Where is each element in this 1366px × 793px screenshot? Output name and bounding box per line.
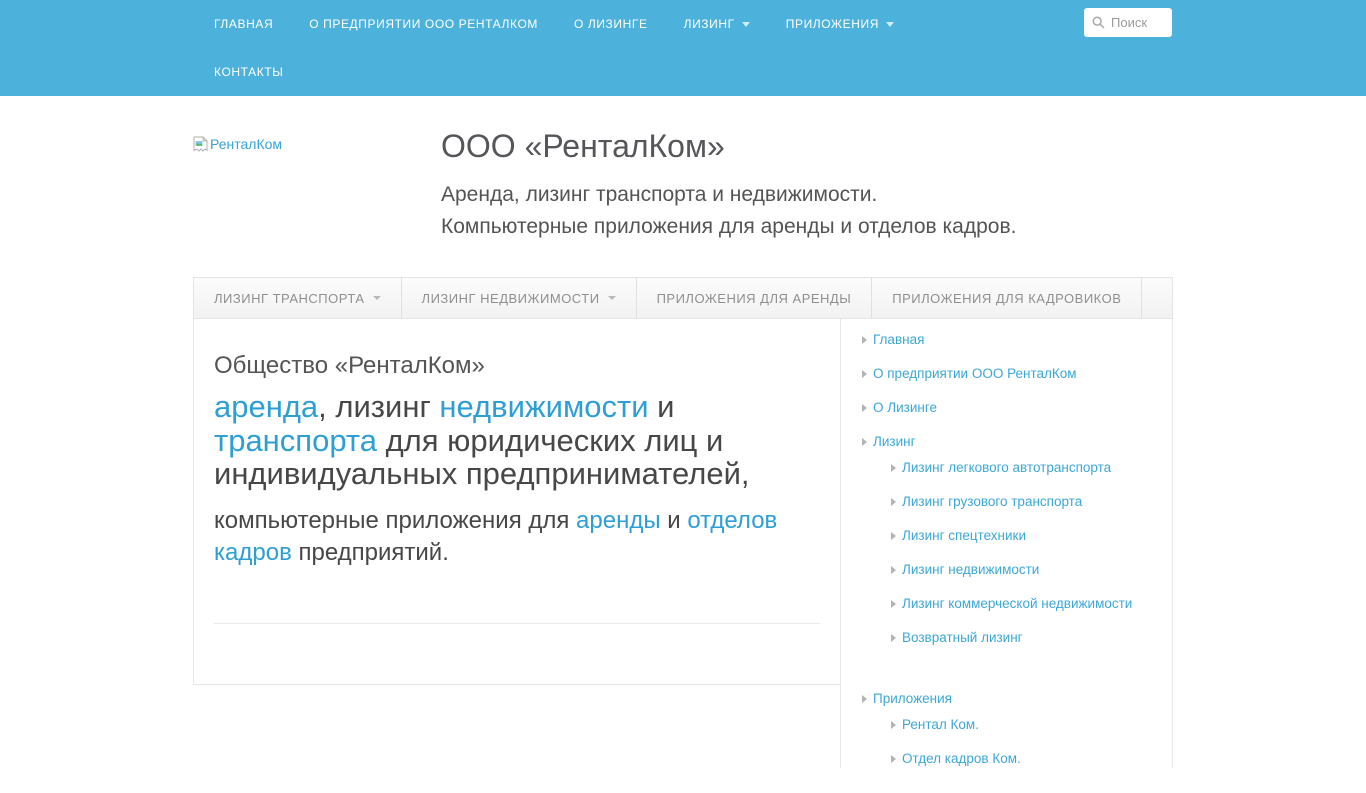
sidebar-subitem: Лизинг недвижимости <box>891 562 1162 577</box>
sidebar-submenu-applications: Рентал Ком. Отдел кадров Ком. <box>891 717 1162 793</box>
tagline-line-2: Компьютерные приложения для аренды и отд… <box>441 215 1016 238</box>
sidebar-item-about-leasing: О Лизинге <box>862 400 1162 415</box>
intro-text: и <box>661 507 688 534</box>
nav-item-applications[interactable]: ПРИЛОЖЕНИЯ <box>768 0 912 48</box>
sidebar-item-about-company: О предприятии ООО РенталКом <box>862 366 1162 381</box>
nav-item-applications-label: ПРИЛОЖЕНИЯ <box>786 17 879 31</box>
site-logo[interactable]: РенталКом <box>193 136 282 152</box>
sidebar-link-special-equipment-leasing[interactable]: Лизинг спецтехники <box>902 528 1026 543</box>
top-header-bar: ГЛАВНАЯО ПРЕДПРИЯТИИ ООО РЕНТАЛКОМО ЛИЗИ… <box>0 0 1366 96</box>
sidebar-link-truck-leasing[interactable]: Лизинг грузового транспорта <box>902 494 1082 509</box>
intro-text: компьютерные приложения для <box>214 507 576 534</box>
sidebar-submenu-leasing: Лизинг легкового автотранспорта Лизинг г… <box>891 460 1162 672</box>
nav-item-leasing[interactable]: ЛИЗИНГ <box>666 0 768 48</box>
triangle-bullet-icon <box>891 755 896 763</box>
main-nav-row-2: КОНТАКТЫ <box>193 48 1173 96</box>
sidebar-item-applications: Приложения Рентал Ком. Отдел кадров Ком. <box>862 691 1162 793</box>
content-divider <box>214 623 820 624</box>
branding-section: РенталКом ООО «РенталКом» Аренда, лизинг… <box>193 96 1173 277</box>
triangle-bullet-icon <box>891 532 896 540</box>
sidebar-menu: Главная О предприятии ООО РенталКом О Ли… <box>862 332 1162 793</box>
triangle-bullet-icon <box>862 404 867 412</box>
sidebar-link-commercial-realestate-leasing[interactable]: Лизинг коммерческой недвижимости <box>902 596 1132 611</box>
sidebar-link-about-leasing[interactable]: О Лизинге <box>873 400 937 415</box>
nav-item-home[interactable]: ГЛАВНАЯ <box>196 0 291 48</box>
triangle-bullet-icon <box>862 336 867 344</box>
sidebar-link-about-company[interactable]: О предприятии ООО РенталКом <box>873 366 1077 381</box>
nav-item-about-leasing[interactable]: О ЛИЗИНГЕ <box>556 0 666 48</box>
tagline-line-1: Аренда, лизинг транспорта и недвижимости… <box>441 183 877 206</box>
intro-text: предприятий. <box>292 539 449 566</box>
section-tabbar: ЛИЗИНГ ТРАНСПОРТА ЛИЗИНГ НЕДВИЖИМОСТИ ПР… <box>193 277 1173 319</box>
sidebar-subitem: Лизинг легкового автотранспорта <box>891 460 1162 475</box>
site-title: ООО «РенталКом» <box>441 128 1173 165</box>
triangle-bullet-icon <box>891 721 896 729</box>
triangle-bullet-icon <box>862 438 867 446</box>
sidebar-link-hr-com[interactable]: Отдел кадров Ком. <box>902 751 1021 766</box>
chevron-down-icon <box>608 296 616 300</box>
link-nedvizhimosti[interactable]: недвижимости <box>439 389 648 424</box>
tab-label: ЛИЗИНГ НЕДВИЖИМОСТИ <box>422 291 600 306</box>
intro-paragraph-large: аренда, лизинг недвижимости и транспорта… <box>214 390 820 491</box>
sidebar-column: Главная О предприятии ООО РенталКом О Ли… <box>840 319 1173 768</box>
sidebar-link-realestate-leasing[interactable]: Лизинг недвижимости <box>902 562 1039 577</box>
intro-text: и <box>649 389 675 424</box>
search-box <box>1084 8 1172 37</box>
tab-vehicle-leasing[interactable]: ЛИЗИНГ ТРАНСПОРТА <box>194 278 402 318</box>
nav-item-about-company[interactable]: О ПРЕДПРИЯТИИ ООО РЕНТАЛКОМ <box>291 0 556 48</box>
tabbar-filler <box>1142 278 1172 318</box>
tab-hr-apps[interactable]: ПРИЛОЖЕНИЯ ДЛЯ КАДРОВИКОВ <box>872 278 1142 318</box>
intro-paragraph-small: компьютерные приложения для аренды и отд… <box>214 505 820 569</box>
sidebar-subitem: Отдел кадров Ком. <box>891 751 1162 766</box>
tab-realestate-leasing[interactable]: ЛИЗИНГ НЕДВИЖИМОСТИ <box>402 278 637 318</box>
sidebar-subitem: Рентал Ком. <box>891 717 1162 732</box>
tab-label: ЛИЗИНГ ТРАНСПОРТА <box>214 291 365 306</box>
link-arenda[interactable]: аренда <box>214 389 318 424</box>
site-tagline: Аренда, лизинг транспорта и недвижимости… <box>441 179 1173 243</box>
logo-alt-text: РенталКом <box>210 136 282 152</box>
site-head: ООО «РенталКом» Аренда, лизинг транспорт… <box>193 96 1173 243</box>
main-area: Общество «РенталКом» аренда, лизинг недв… <box>193 319 1173 768</box>
nav-item-leasing-label: ЛИЗИНГ <box>684 17 735 31</box>
link-transporta[interactable]: транспорта <box>214 423 377 458</box>
header-container: ГЛАВНАЯО ПРЕДПРИЯТИИ ООО РЕНТАЛКОМО ЛИЗИ… <box>193 0 1173 96</box>
triangle-bullet-icon <box>891 566 896 574</box>
tab-rental-apps[interactable]: ПРИЛОЖЕНИЯ ДЛЯ АРЕНДЫ <box>637 278 873 318</box>
sidebar-item-home: Главная <box>862 332 1162 347</box>
chevron-down-icon <box>742 22 750 27</box>
content-column: Общество «РенталКом» аренда, лизинг недв… <box>193 319 840 685</box>
chevron-down-icon <box>886 22 894 27</box>
sidebar-link-leaseback[interactable]: Возвратный лизинг <box>902 630 1023 645</box>
triangle-bullet-icon <box>891 600 896 608</box>
sidebar-link-applications[interactable]: Приложения <box>873 691 952 706</box>
main-nav-row-1: ГЛАВНАЯО ПРЕДПРИЯТИИ ООО РЕНТАЛКОМО ЛИЗИ… <box>193 0 1173 48</box>
sidebar-link-leasing[interactable]: Лизинг <box>873 434 916 449</box>
sidebar-subitem: Лизинг коммерческой недвижимости <box>891 596 1162 611</box>
broken-image-icon <box>193 136 208 152</box>
nav-item-contacts[interactable]: КОНТАКТЫ <box>196 48 302 96</box>
sidebar-link-home[interactable]: Главная <box>873 332 924 347</box>
triangle-bullet-icon <box>891 498 896 506</box>
triangle-bullet-icon <box>862 370 867 378</box>
triangle-bullet-icon <box>891 634 896 642</box>
search-icon <box>1092 16 1105 29</box>
chevron-down-icon <box>373 296 381 300</box>
sidebar-subitem: Возвратный лизинг <box>891 630 1162 645</box>
sidebar-item-leasing: Лизинг Лизинг легкового автотранспорта Л… <box>862 434 1162 672</box>
link-arendy[interactable]: аренды <box>576 507 661 534</box>
sidebar-subitem: Лизинг спецтехники <box>891 528 1162 543</box>
triangle-bullet-icon <box>891 464 896 472</box>
tab-label: ПРИЛОЖЕНИЯ ДЛЯ АРЕНДЫ <box>657 291 852 306</box>
sidebar-link-rental-com[interactable]: Рентал Ком. <box>902 717 979 732</box>
tab-label: ПРИЛОЖЕНИЯ ДЛЯ КАДРОВИКОВ <box>892 291 1121 306</box>
sidebar-subitem: Лизинг грузового транспорта <box>891 494 1162 509</box>
sidebar-link-car-leasing[interactable]: Лизинг легкового автотранспорта <box>902 460 1111 475</box>
intro-text: , лизинг <box>318 389 439 424</box>
page-title: Общество «РенталКом» <box>214 352 820 380</box>
triangle-bullet-icon <box>862 695 867 703</box>
